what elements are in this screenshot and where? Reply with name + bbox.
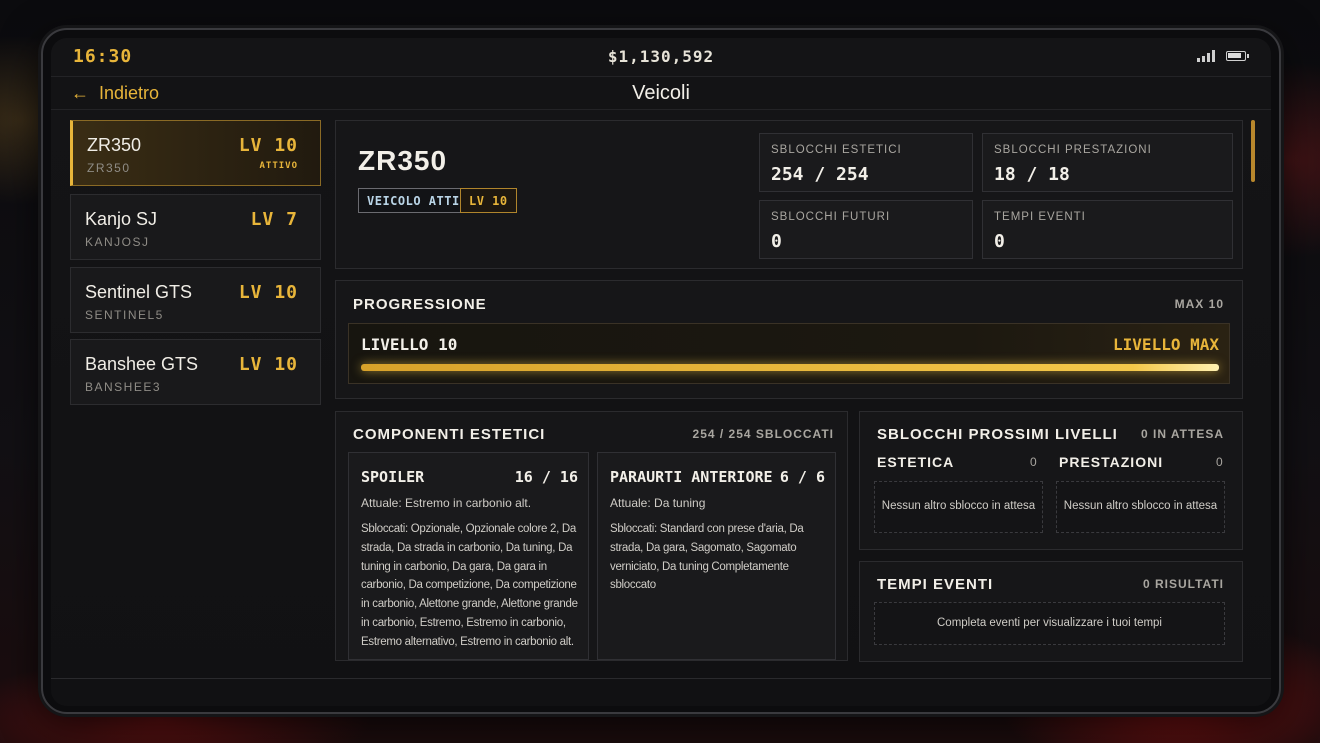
vehicle-level: LV 7 (250, 209, 298, 230)
battery-icon (1226, 51, 1249, 61)
stat-label: TEMPI EVENTI (994, 211, 1086, 223)
component-card-front-bumper[interactable]: PARAURTI ANTERIORE 6 / 6 Attuale: Da tun… (597, 452, 836, 660)
level-tag: LV 10 (460, 188, 517, 213)
next-unlocks-title: SBLOCCHI PROSSIMI LIVELLI (877, 426, 1118, 443)
stat-performance-unlocks: SBLOCCHI PRESTAZIONI 18 / 18 (982, 133, 1233, 192)
page-title: Veicoli (632, 82, 690, 104)
status-bar: 16:30 $1,130,592 (51, 38, 1271, 76)
component-count: 6 / 6 (779, 468, 825, 486)
stat-future-unlocks: SBLOCCHI FUTURI 0 (759, 200, 973, 259)
scrollbar-thumb[interactable] (1251, 120, 1255, 182)
back-button[interactable]: ← Indietro (71, 83, 159, 104)
current-level-label: LIVELLO 10 (361, 335, 458, 354)
vehicle-name: Sentinel GTS (85, 282, 193, 302)
stat-cosmetic-unlocks: SBLOCCHI ESTETICI 254 / 254 (759, 133, 973, 192)
vehicle-item-kanjo-sj[interactable]: Kanjo SJ KANJOSJ LV 7 (70, 194, 321, 260)
component-name: PARAURTI ANTERIORE (610, 468, 773, 486)
performance-subheading: PRESTAZIONI (1059, 454, 1164, 470)
component-unlocked-list: Sbloccati: Opzionale, Opzionale colore 2… (361, 523, 578, 648)
vehicle-title: ZR350 (358, 145, 448, 176)
stat-event-times: TEMPI EVENTI 0 (982, 200, 1233, 259)
vehicle-item-zr350[interactable]: ZR350 ZR350 LV 10 ATTIVO (70, 120, 321, 186)
max-level-label: LIVELLO MAX (1113, 335, 1219, 354)
stat-label: SBLOCCHI FUTURI (771, 211, 891, 223)
cosmetic-subheading: ESTETICA (877, 454, 955, 470)
vehicle-item-sentinel-gts[interactable]: Sentinel GTS SENTINEL5 LV 10 (70, 267, 321, 333)
cosmetic-pending-count: 0 (1030, 455, 1037, 469)
component-count: 16 / 16 (514, 468, 578, 486)
stat-value: 18 / 18 (994, 164, 1070, 185)
vehicle-level: LV 10 (238, 135, 298, 156)
event-times-title: TEMPI EVENTI (877, 576, 994, 593)
performance-pending-count: 0 (1216, 455, 1223, 469)
performance-empty-state: Nessun altro sblocco in attesa (1056, 481, 1225, 533)
vehicle-code: ZR350 (87, 161, 131, 175)
event-results-count: 0 RISULTATI (1143, 577, 1224, 591)
active-badge: ATTIVO (259, 161, 298, 171)
event-times-empty-state: Completa eventi per visualizzare i tuoi … (874, 602, 1225, 645)
vehicle-summary-panel: ZR350 VEICOLO ATTIVO LV 10 SBLOCCHI ESTE… (335, 120, 1243, 269)
progress-fill (361, 364, 1219, 371)
back-label: Indietro (99, 83, 160, 103)
stat-value: 0 (771, 231, 782, 252)
stat-label: SBLOCCHI ESTETICI (771, 144, 902, 156)
progression-max: MAX 10 (1174, 297, 1224, 311)
vehicle-name: Kanjo SJ (85, 209, 158, 229)
cosmetics-title: COMPONENTI ESTETICI (353, 426, 546, 443)
component-unlocked-list: Sbloccati: Standard con prese d'aria, Da… (610, 523, 804, 592)
cosmetics-summary: 254 / 254 SBLOCCATI (692, 427, 834, 441)
component-card-spoiler[interactable]: SPOILER 16 / 16 Attuale: Estremo in carb… (348, 452, 589, 660)
stat-value: 254 / 254 (771, 164, 869, 185)
money-balance: $1,130,592 (607, 47, 715, 66)
cosmetic-empty-state: Nessun altro sblocco in attesa (874, 481, 1043, 533)
component-current: Attuale: Da tuning (610, 496, 706, 510)
pending-count: 0 IN ATTESA (1140, 427, 1224, 441)
vehicle-item-banshee-gts[interactable]: Banshee GTS BANSHEE3 LV 10 (70, 339, 321, 405)
app-screen: 16:30 $1,130,592 ← Indietro Veicoli ZR35… (51, 38, 1271, 706)
progression-title: PROGRESSIONE (353, 296, 487, 313)
vehicle-name: ZR350 (87, 135, 142, 155)
signal-icon (1197, 50, 1215, 62)
next-unlocks-panel: SBLOCCHI PROSSIMI LIVELLI 0 IN ATTESA ES… (859, 411, 1243, 550)
component-name: SPOILER (361, 468, 425, 486)
level-progress: LIVELLO 10 LIVELLO MAX (348, 323, 1230, 384)
progression-panel: PROGRESSIONE MAX 10 LIVELLO 10 LIVELLO M… (335, 280, 1243, 399)
vehicle-level: LV 10 (238, 282, 298, 303)
vehicle-name: Banshee GTS (85, 354, 199, 374)
stat-value: 0 (994, 231, 1005, 252)
footer-divider (51, 678, 1271, 679)
event-times-panel: TEMPI EVENTI 0 RISULTATI Completa eventi… (859, 561, 1243, 662)
vehicle-code: BANSHEE3 (85, 380, 162, 394)
component-current: Attuale: Estremo in carbonio alt. (361, 496, 532, 510)
stat-label: SBLOCCHI PRESTAZIONI (994, 144, 1152, 156)
vehicle-code: SENTINEL5 (85, 308, 164, 322)
cosmetic-components-panel: COMPONENTI ESTETICI 254 / 254 SBLOCCATI … (335, 411, 848, 661)
vehicle-code: KANJOSJ (85, 235, 150, 249)
header-bar: ← Indietro Veicoli (51, 76, 1271, 110)
arrow-left-icon: ← (71, 83, 89, 103)
vehicle-level: LV 10 (238, 354, 298, 375)
progress-track (361, 364, 1219, 371)
